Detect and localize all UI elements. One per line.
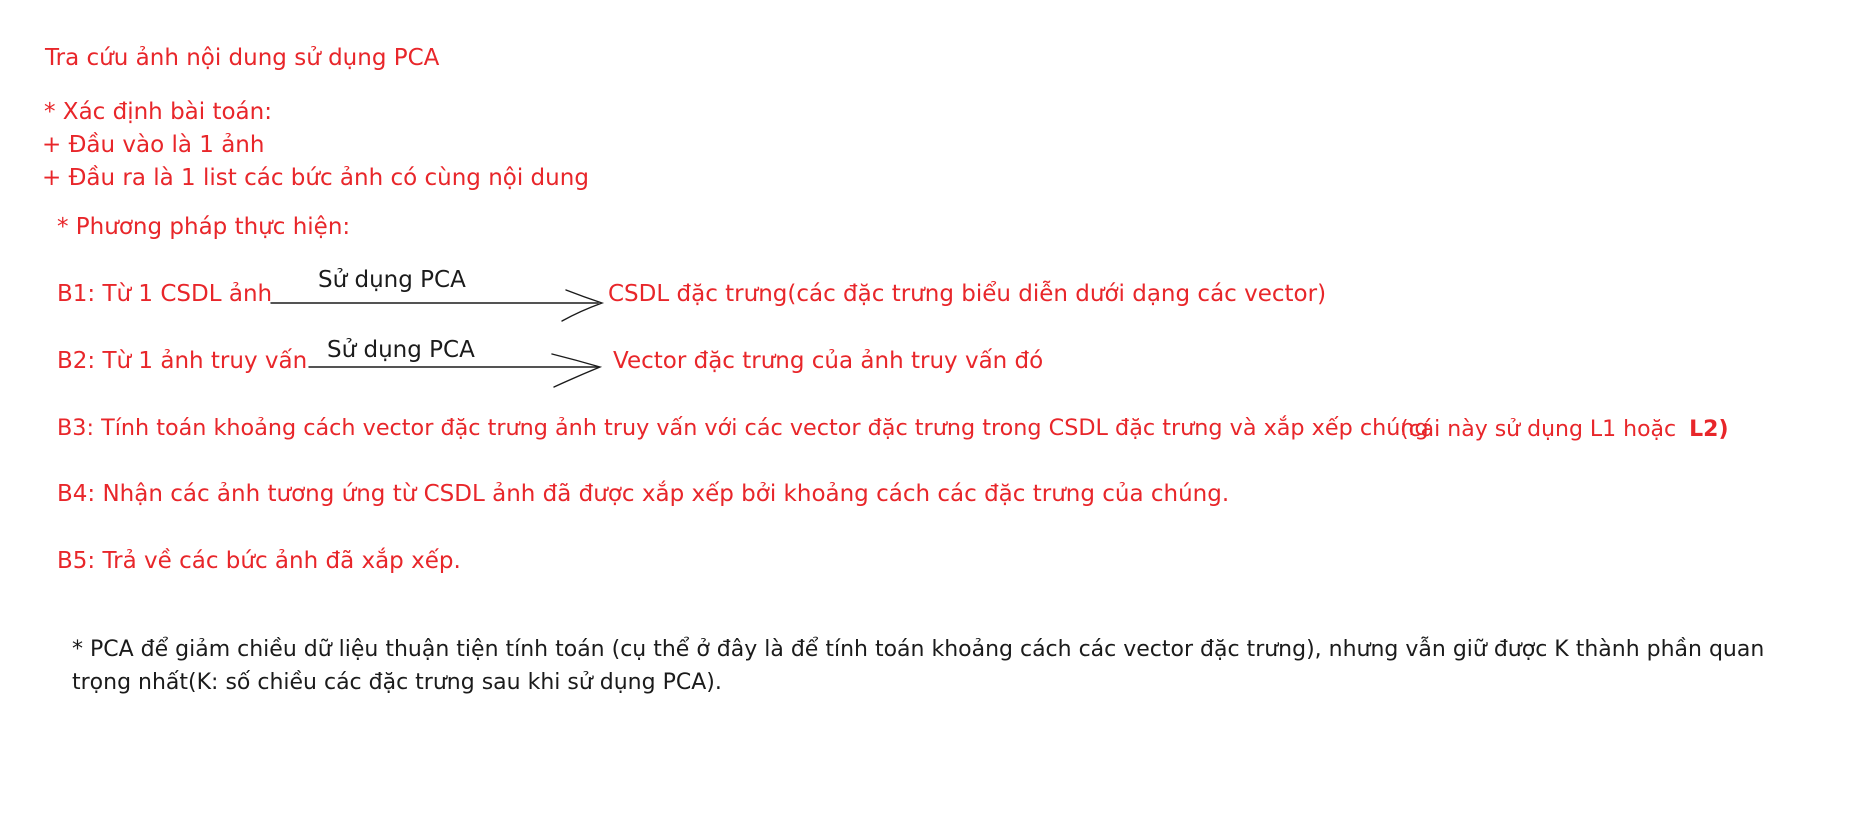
step-b3-note-bold: L2) xyxy=(1689,417,1729,442)
problem-output: + Đầu ra là 1 list các bức ảnh có cùng n… xyxy=(42,165,589,191)
pca-note-line-2: trọng nhất(K: số chiều các đặc trưng sau… xyxy=(72,670,722,695)
method-heading: * Phương pháp thực hiện: xyxy=(57,214,351,240)
step-b3-note: (cái này sử dụng L1 hoặc L2) xyxy=(1400,416,1729,444)
pca-note-line-1: * PCA để giảm chiều dữ liệu thuận tiện t… xyxy=(72,637,1765,662)
step-b4-text: B4: Nhận các ảnh tương ứng từ CSDL ảnh đ… xyxy=(57,481,1230,507)
step-b3-note-text: (cái này sử dụng L1 hoặc xyxy=(1400,417,1677,442)
step-b2-arrow-icon xyxy=(308,353,603,388)
step-b1-arrow-icon xyxy=(270,289,605,322)
problem-heading: * Xác định bài toán: xyxy=(44,99,272,125)
step-b2-result: Vector đặc trưng của ảnh truy vấn đó xyxy=(613,348,1044,374)
problem-input: + Đầu vào là 1 ảnh xyxy=(42,132,265,158)
page-title: Tra cứu ảnh nội dung sử dụng PCA xyxy=(45,45,440,71)
step-b2-label: B2: Từ 1 ảnh truy vấn xyxy=(57,348,308,374)
step-b3-text: B3: Tính toán khoảng cách vector đặc trư… xyxy=(57,415,1429,441)
step-b1-label: B1: Từ 1 CSDL ảnh xyxy=(57,281,273,307)
step-b1-result: CSDL đặc trưng(các đặc trưng biểu diễn d… xyxy=(608,281,1327,307)
step-b5-text: B5: Trả về các bức ảnh đã xắp xếp. xyxy=(57,548,461,574)
